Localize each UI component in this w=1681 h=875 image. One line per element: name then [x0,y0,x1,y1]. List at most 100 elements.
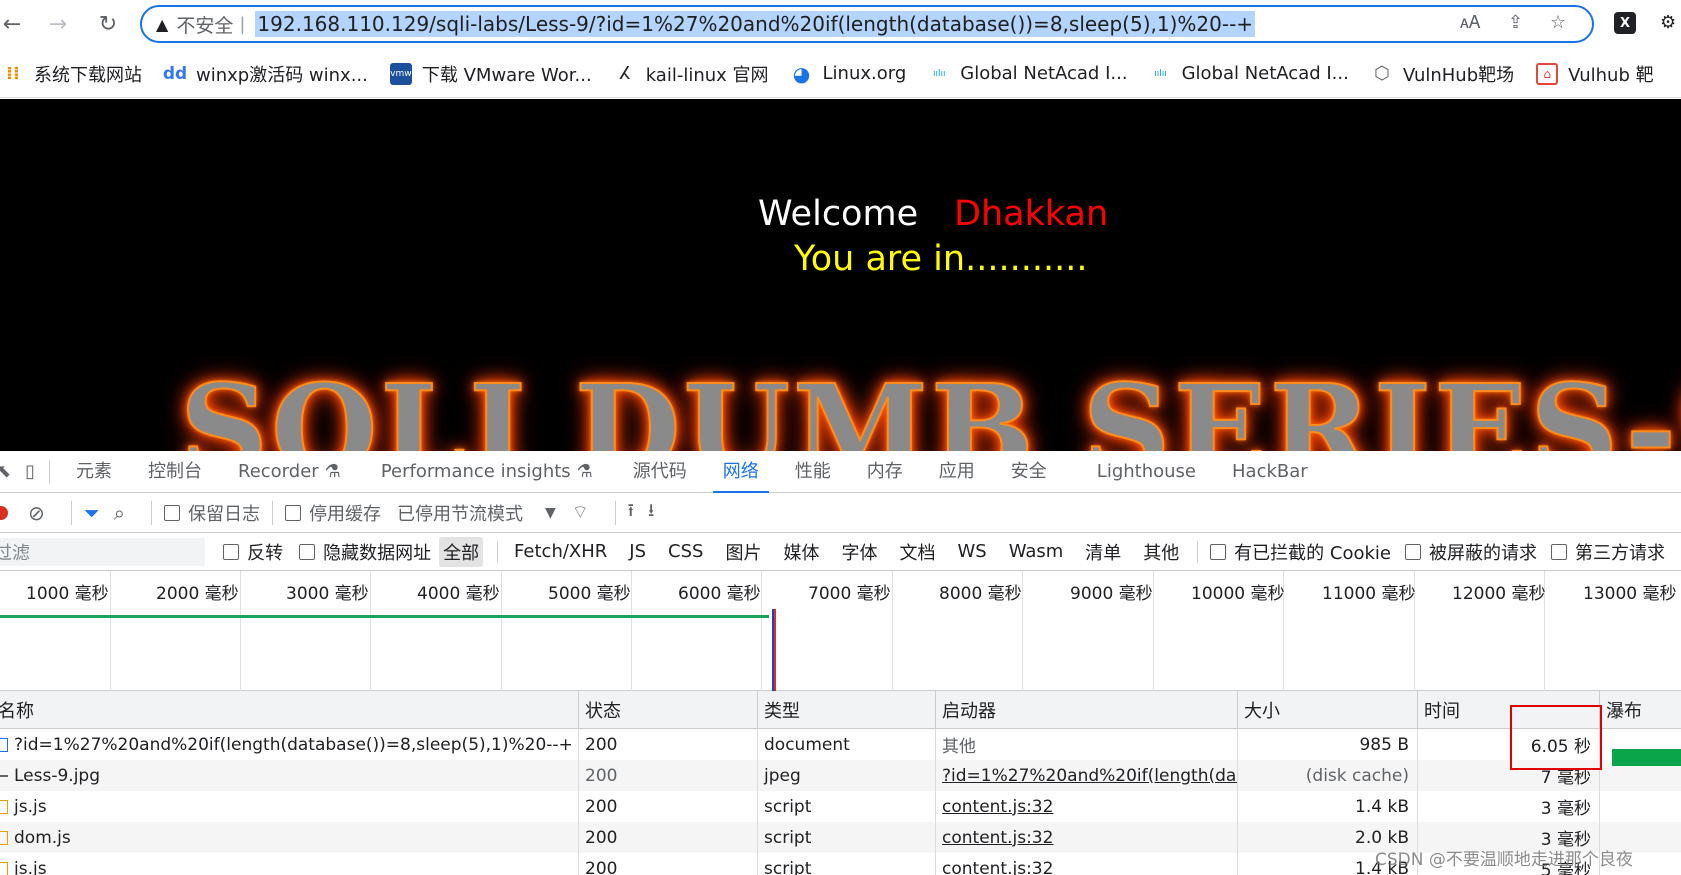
omnibox[interactable]: ▲ 不安全 | 192.168.110.129/sqli-labs/Less-9… [140,5,1594,43]
bookmark-item[interactable]: ⵃ kail-linux 官网 [614,61,768,87]
filter-type-other[interactable]: 其他 [1139,537,1183,567]
filter-type-media[interactable]: 媒体 [779,537,823,567]
extension-puzzle-icon[interactable]: ⚙ [1660,12,1676,33]
filter-funnel-icon[interactable]: ⏷ [84,501,100,525]
filter-type-all[interactable]: 全部 [439,536,484,567]
hide-data-urls-checkbox[interactable]: 隐藏数据网址 [299,539,431,565]
column-initiator[interactable]: 启动器 [936,691,1238,728]
request-name-text: dom.js [14,827,71,848]
request-initiator-link[interactable]: content.js:32 [936,853,1238,875]
bookmark-item[interactable]: ⬡ VulnHub靶场 [1371,61,1514,87]
back-arrow-icon[interactable]: ← [0,6,30,42]
reload-icon[interactable]: ↻ [90,6,126,42]
tab-lighthouse[interactable]: Lighthouse [1097,451,1196,493]
url-text[interactable]: 192.168.110.129/sqli-labs/Less-9/?id=1%2… [255,11,1256,37]
column-time[interactable]: 时间 [1418,691,1600,728]
filter-type-wasm[interactable]: Wasm [1005,539,1068,564]
throttle-select[interactable]: 已停用节流模式 ▼ [397,500,556,526]
translate-icon[interactable]: 🗚 [1460,12,1480,33]
request-initiator-link[interactable]: content.js:32 [936,822,1238,853]
bookmark-item[interactable]: ⌂ Vulhub 靶 [1536,61,1654,87]
table-row[interactable]: ?id=1%27%20and%20if(length(database())=8… [0,729,1681,760]
timeline-tick: 10000 毫秒 [1154,571,1284,691]
script-file-icon [0,799,8,814]
table-row[interactable]: js.js 200 script content.js:32 1.4 kB 3 … [0,791,1681,822]
column-waterfall[interactable]: 瀑布 [1600,691,1681,728]
tab-performance[interactable]: 性能 [795,451,831,493]
device-toolbar-icon[interactable]: ▯ [25,461,35,482]
bookmark-item[interactable]: dd winxp激活码 winx... [163,61,368,87]
request-initiator-link[interactable]: ?id=1%27%20and%20if(length(da... [936,760,1238,791]
filter-type-ws[interactable]: WS [953,539,990,564]
timeline-tick: 13000 毫秒 [1545,571,1681,691]
disable-cache-checkbox[interactable]: 停用缓存 [284,500,381,526]
wifi-settings-icon[interactable]: ⌔ [572,501,589,524]
welcome-name: Dhakkan [954,194,1109,234]
extension-x-icon[interactable]: X [1614,12,1636,34]
filter-type-doc[interactable]: 文档 [895,537,939,567]
chevron-down-icon: ▼ [544,504,556,521]
filter-type-manifest[interactable]: 清单 [1081,537,1125,567]
table-row[interactable]: Less-9.jpg 200 jpeg ?id=1%27%20and%20if(… [0,760,1681,791]
bookmark-item[interactable]: ıılıı Global NetAcad I... [928,63,1128,85]
request-name-text: Less-9.jpg [14,765,101,786]
bookmark-item[interactable]: ⁞⁞ 系统下载网站 [2,61,142,87]
request-initiator-link[interactable]: content.js:32 [936,791,1238,822]
divider [150,500,152,525]
filter-type-css[interactable]: CSS [664,539,707,564]
tab-security[interactable]: 安全 [1011,451,1047,493]
tab-recorder[interactable]: Recorder [238,451,319,493]
tab-elements[interactable]: 元素 [76,451,112,493]
filter-input[interactable]: 过滤 [0,537,206,566]
timeline-tick: 9000 毫秒 [1023,571,1154,691]
tab-console[interactable]: 控制台 [148,451,202,493]
waterfall-bar [1612,749,1681,766]
tab-performance-insights[interactable]: Performance insights [381,451,571,493]
record-icon[interactable] [0,505,8,520]
timeline-tick: 4000 毫秒 [371,571,502,691]
checkbox-icon [284,504,301,521]
bookmark-item[interactable]: vmw 下载 VMware Wor... [389,61,592,87]
checkbox-label: 停用缓存 [308,503,381,525]
column-type[interactable]: 类型 [758,691,936,728]
filter-type-font[interactable]: 字体 [837,537,881,567]
bookmark-item[interactable]: ◕ Linux.org [791,62,906,86]
import-har-icon[interactable]: ⭱ [628,498,634,528]
devtools-tabs: ⬉ ▯ 元素 控制台 Recorder ⚗ Performance insigh… [0,451,1681,493]
forward-arrow-icon[interactable]: → [40,6,76,42]
clear-icon[interactable]: ⊘ [28,501,45,525]
export-har-icon[interactable]: ⭳ [648,498,654,528]
column-status[interactable]: 状态 [579,691,758,728]
request-status: 200 [579,791,758,822]
request-size: 1.4 kB [1238,791,1418,822]
bookmark-star-icon[interactable]: ☆ [1550,12,1566,33]
filter-type-fetch-xhr[interactable]: Fetch/XHR [510,539,611,564]
blocked-cookies-checkbox[interactable]: 有已拦截的 Cookie [1210,539,1391,565]
bookmark-item[interactable]: ıılıı Global NetAcad I... [1150,63,1349,85]
timeline-tick: 8000 毫秒 [893,571,1023,691]
checkbox-icon [299,543,316,560]
checkbox-label: 保留日志 [187,503,260,525]
search-icon[interactable]: ⌕ [114,501,125,525]
tick-label: 11000 毫秒 [1322,584,1416,604]
network-overview-timeline[interactable]: 1000 毫秒 2000 毫秒 3000 毫秒 4000 毫秒 5000 毫秒 … [0,571,1681,691]
tab-memory[interactable]: 内存 [867,451,903,493]
tab-hackbar[interactable]: HackBar [1232,451,1308,493]
preserve-log-checkbox[interactable]: 保留日志 [163,500,260,526]
filter-type-img[interactable]: 图片 [721,537,765,567]
filter-type-js[interactable]: JS [625,539,650,564]
bookmark-label: Global NetAcad I... [1181,63,1349,84]
inspect-icon[interactable]: ⬉ [0,461,11,482]
kali-dragon-icon: ⵃ [619,63,631,84]
request-size: 985 B [1238,729,1418,760]
invert-checkbox[interactable]: 反转 [223,539,283,565]
tab-application[interactable]: 应用 [939,451,975,493]
tab-network[interactable]: 网络 [712,451,769,493]
timeline-tick: 5000 毫秒 [502,571,632,691]
tab-sources[interactable]: 源代码 [633,451,687,493]
share-icon[interactable]: ⇪ [1508,12,1523,33]
column-size[interactable]: 大小 [1238,691,1418,728]
third-party-checkbox[interactable]: 第三方请求 [1551,539,1665,565]
column-name[interactable]: 名称 [0,691,579,728]
blocked-requests-checkbox[interactable]: 被屏蔽的请求 [1405,539,1537,565]
